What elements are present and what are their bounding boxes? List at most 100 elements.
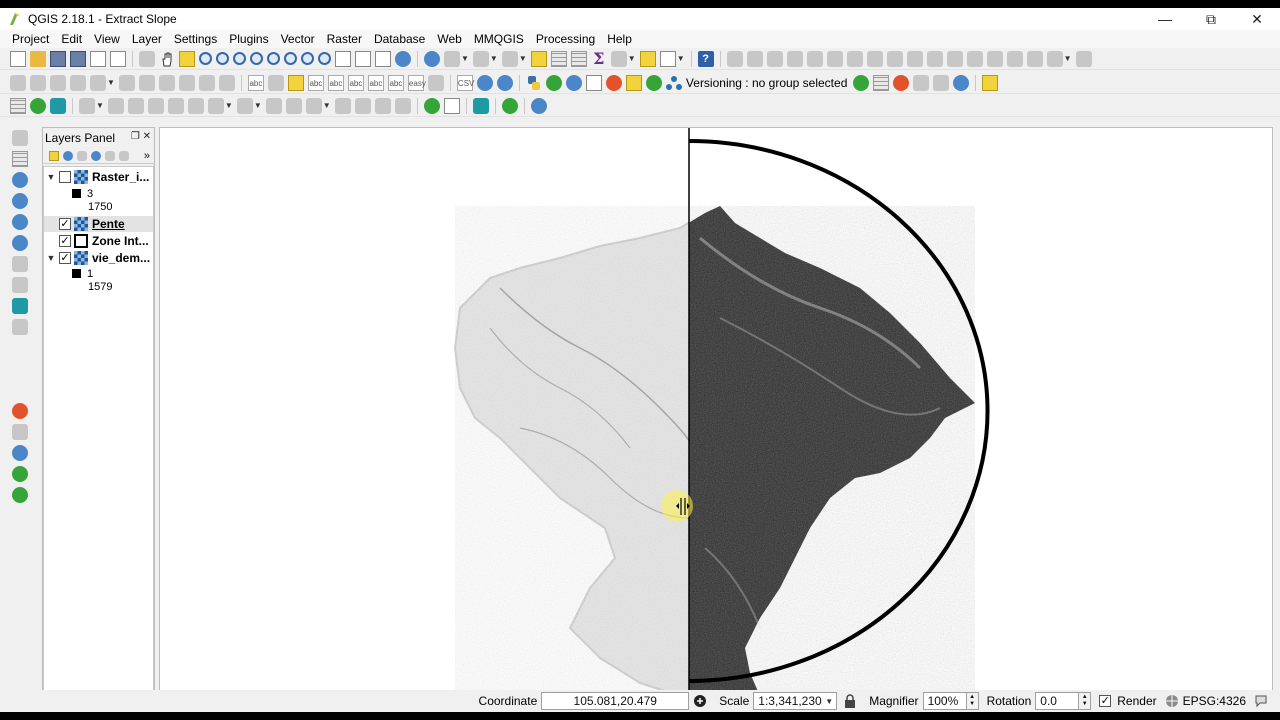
digitize-point-icon[interactable] xyxy=(12,403,28,419)
ellipse-tool-icon[interactable] xyxy=(305,97,322,114)
menu-processing[interactable]: Processing xyxy=(530,32,601,46)
menu-settings[interactable]: Settings xyxy=(168,32,223,46)
undo-icon[interactable] xyxy=(746,50,763,67)
collapse-arrow-icon[interactable]: ▼ xyxy=(46,253,56,263)
reshape-features-icon[interactable] xyxy=(926,50,943,67)
render-checkbox[interactable]: ✓ xyxy=(1099,695,1112,707)
chevron-down-icon[interactable]: ▼ xyxy=(254,101,262,110)
layer-visibility-checkbox[interactable]: ✓ xyxy=(59,235,71,247)
menu-edit[interactable]: Edit xyxy=(55,32,88,46)
rectangle-tool-icon[interactable] xyxy=(265,97,282,114)
chevron-down-icon[interactable]: ▼ xyxy=(677,54,685,63)
minimize-button[interactable]: — xyxy=(1142,8,1188,30)
split-tool-icon[interactable] xyxy=(127,97,144,114)
rotation-spinner[interactable]: ▲ ▼ xyxy=(1079,692,1092,710)
versioning-icon[interactable] xyxy=(665,75,682,91)
add-wfs-layer-left-icon[interactable] xyxy=(12,256,28,272)
close-panel-icon[interactable]: ✕ xyxy=(143,131,151,142)
layout-tool-icon[interactable] xyxy=(443,97,460,114)
collapse-arrow-icon[interactable]: ▼ xyxy=(46,172,56,182)
layer-visibility-checkbox[interactable]: ✓ xyxy=(59,252,71,264)
layer-labeling-options-icon[interactable] xyxy=(267,74,284,91)
erase-tool-icon[interactable] xyxy=(394,97,411,114)
versioning-settings-icon[interactable] xyxy=(933,74,950,91)
map-canvas[interactable] xyxy=(159,127,1273,695)
arc-tool-icon[interactable] xyxy=(354,97,371,114)
offset-point-symbols-icon[interactable] xyxy=(1075,50,1092,67)
manage-map-themes-icon[interactable] xyxy=(77,150,87,161)
run-feature-action-icon[interactable] xyxy=(444,50,460,67)
add-part-icon[interactable] xyxy=(846,50,863,67)
menu-raster[interactable]: Raster xyxy=(321,32,368,46)
zoom-to-selection-icon[interactable] xyxy=(267,52,280,65)
pan-map-icon[interactable] xyxy=(159,51,175,67)
database-icon[interactable] xyxy=(472,97,489,114)
merge-attributes-icon[interactable] xyxy=(1026,50,1043,67)
add-circular-string-icon[interactable] xyxy=(90,74,106,91)
add-csw-layer-icon[interactable]: CSV xyxy=(456,74,474,91)
toggle-editing-icon[interactable] xyxy=(30,74,46,91)
pin-labels-icon[interactable]: abc xyxy=(307,74,324,91)
chevron-down-icon[interactable]: ▼ xyxy=(519,54,527,63)
chevron-down-icon[interactable]: ▼ xyxy=(225,101,233,110)
menu-view[interactable]: View xyxy=(88,32,126,46)
delete-part-icon[interactable] xyxy=(906,50,923,67)
add-raster-layer-icon[interactable] xyxy=(12,151,28,167)
bulk-tool-icon[interactable] xyxy=(423,97,440,114)
new-map-view-icon[interactable] xyxy=(335,50,351,67)
add-wms-wmts-layer-icon[interactable] xyxy=(12,214,28,230)
plugin-tool-icon[interactable] xyxy=(625,74,642,91)
add-ring-icon[interactable] xyxy=(826,50,843,67)
paste-features-icon[interactable] xyxy=(218,74,235,91)
composer-manager-icon[interactable] xyxy=(110,50,126,67)
select-tool-active-icon[interactable] xyxy=(953,74,970,91)
zoom-last-icon[interactable] xyxy=(301,52,314,65)
refresh-icon[interactable] xyxy=(395,50,411,67)
node-tool-icon[interactable] xyxy=(138,74,155,91)
zoom-next-icon[interactable] xyxy=(318,52,331,65)
globe-crs-icon[interactable] xyxy=(1165,694,1179,708)
versioning-view-icon[interactable] xyxy=(873,74,890,91)
refresh-layer-icon[interactable] xyxy=(12,466,28,482)
rotate-point-symbols-icon[interactable] xyxy=(1046,50,1063,67)
add-wfs-layer-icon[interactable] xyxy=(496,74,513,91)
crs-label[interactable]: EPSG:4326 xyxy=(1183,694,1246,708)
menu-mmqgis[interactable]: MMQGIS xyxy=(468,32,530,46)
versioning-branch-icon[interactable] xyxy=(913,74,930,91)
label-properties-icon[interactable]: easy xyxy=(407,74,426,91)
move-feature-icon[interactable] xyxy=(118,74,135,91)
db-manager-icon[interactable] xyxy=(982,74,999,91)
snap-tool-icon[interactable] xyxy=(79,97,95,114)
chevron-down-icon[interactable]: ▼ xyxy=(1064,54,1072,63)
add-group-icon[interactable] xyxy=(63,150,73,161)
rotate-label-icon[interactable]: abc xyxy=(367,74,384,91)
download-icon[interactable] xyxy=(50,97,66,114)
field-calculator-icon[interactable] xyxy=(570,50,587,67)
menu-web[interactable]: Web xyxy=(431,32,467,46)
menu-help[interactable]: Help xyxy=(601,32,638,46)
circle-tool-icon[interactable] xyxy=(285,97,302,114)
add-postgis-layer-icon[interactable] xyxy=(12,193,28,209)
identify-features-icon[interactable] xyxy=(424,50,440,67)
messages-icon[interactable] xyxy=(1254,694,1268,708)
coordinate-field[interactable]: 105.081,20.479 xyxy=(541,692,690,710)
expand-all-icon[interactable] xyxy=(105,150,115,161)
chevron-down-icon[interactable]: ▼ xyxy=(107,78,115,87)
chevron-down-icon[interactable]: ▼ xyxy=(490,54,498,63)
add-feature-icon[interactable] xyxy=(70,74,86,91)
layer-row-raster-i[interactable]: ▼ Raster_i... xyxy=(44,169,153,185)
add-virtual-layer-icon[interactable] xyxy=(12,298,28,314)
offset-curve-icon[interactable] xyxy=(946,50,963,67)
open-project-icon[interactable] xyxy=(30,50,46,67)
new-print-composer-icon[interactable] xyxy=(90,50,106,67)
extend-tool-icon[interactable] xyxy=(167,97,184,114)
rotation-field[interactable]: 0.0 xyxy=(1035,692,1080,710)
fill-ring-icon[interactable] xyxy=(866,50,883,67)
save-layer-edits-icon[interactable] xyxy=(50,74,66,91)
add-spatialite-layer-icon[interactable] xyxy=(12,172,28,188)
layer-grid-icon[interactable] xyxy=(10,97,26,114)
show-bookmarks-icon[interactable] xyxy=(375,50,391,67)
statistical-summary-icon[interactable]: Σ xyxy=(591,50,607,67)
crop-tool-icon[interactable] xyxy=(501,97,518,114)
maximize-button[interactable]: ⧉ xyxy=(1188,8,1234,30)
